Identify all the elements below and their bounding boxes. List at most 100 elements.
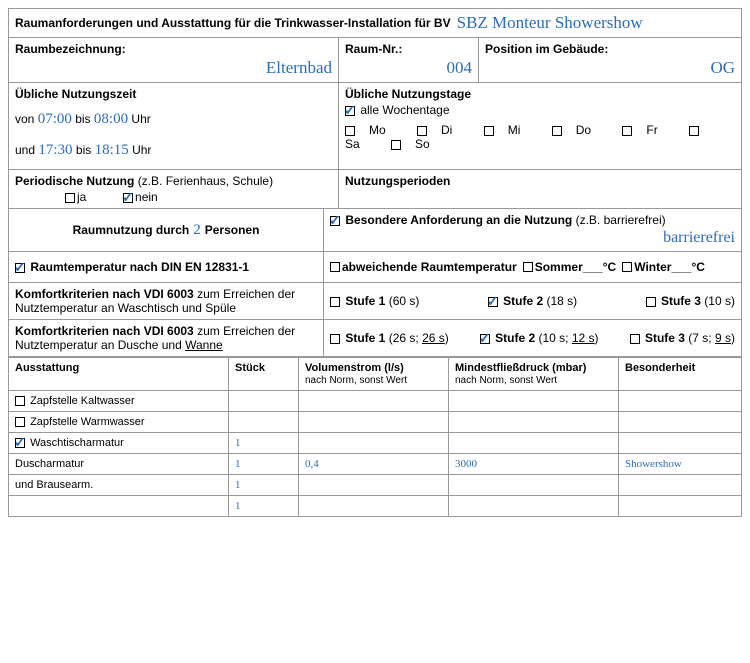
time-line-1: von 07:00 bis 08:00 Uhr [15,111,332,128]
checkbox-do[interactable] [552,126,562,136]
hint-periodisch: (z.B. Ferienhaus, Schule) [138,174,273,188]
checkbox-c1-stufe1[interactable] [330,297,340,307]
equip-vol[interactable] [299,433,449,454]
label-raumnr: Raum-Nr.: [345,42,472,56]
th-stueck: Stück [229,358,299,391]
weekday-checkboxes: Mo Di Mi Do Fr Sa So [345,123,735,151]
label-nutzungstage: Übliche Nutzungstage [345,87,735,101]
equip-stk[interactable]: 1 [229,433,299,454]
label-besondere: Besondere Anforderung an die Nutzung [345,213,572,227]
header-title: Raumanforderungen und Ausstattung für di… [15,16,451,30]
checkbox-di[interactable] [417,126,427,136]
comfort2-row: Komfortkriterien nach VDI 6003 zum Errei… [9,320,741,356]
time-from2[interactable]: 17:30 [38,142,72,158]
checkbox-mi[interactable] [484,126,494,136]
equip-druck[interactable] [449,496,619,517]
time-to1[interactable]: 08:00 [94,111,128,127]
periodic-row: Periodische Nutzung (z.B. Ferienhaus, Sc… [9,170,741,209]
time-line-2: und 17:30 bis 18:15 Uhr [15,142,332,159]
temp-row: Raumtemperatur nach DIN EN 12831-1 abwei… [9,252,741,283]
equip-druck[interactable] [449,391,619,412]
table-row: und Brausearm.1 [9,475,742,496]
checkbox-nein[interactable] [123,193,133,203]
equip-stk[interactable] [229,391,299,412]
checkbox-din-temp[interactable] [15,263,25,273]
bv-name[interactable]: SBZ Monteur Showershow [457,13,643,33]
checkbox-equip[interactable] [15,438,25,448]
label-nutzungszeit: Übliche Nutzungszeit [15,87,332,101]
equip-name: Waschtischarmatur [9,433,229,454]
equip-bes[interactable] [619,496,742,517]
equip-stk[interactable]: 1 [229,496,299,517]
equip-vol[interactable] [299,475,449,496]
checkbox-besondere[interactable] [330,216,340,226]
equip-name: Duscharmatur [9,454,229,475]
header-row: Raumanforderungen und Ausstattung für di… [9,9,741,38]
checkbox-ja[interactable] [65,193,75,203]
equip-stk[interactable]: 1 [229,454,299,475]
equip-vol[interactable]: 0,4 [299,454,449,475]
checkbox-c2-stufe3[interactable] [630,334,640,344]
checkbox-winter[interactable] [622,262,632,272]
checkbox-c1-stufe2[interactable] [488,297,498,307]
th-volumenstrom: Volumenstrom (l/s)nach Norm, sonst Wert [299,358,449,391]
table-row: Waschtischarmatur1 [9,433,742,454]
label-din-temp: Raumtemperatur nach DIN EN 12831-1 [30,260,249,274]
checkbox-equip[interactable] [15,396,25,406]
th-ausstattung: Ausstattung [9,358,229,391]
equip-stk[interactable] [229,412,299,433]
checkbox-equip[interactable] [15,417,25,427]
equip-name: Zapfstelle Kaltwasser [9,391,229,412]
equip-bes[interactable] [619,475,742,496]
table-row: 1 [9,496,742,517]
time-to2[interactable]: 18:15 [95,142,129,158]
table-row: Duscharmatur10,43000Showershow [9,454,742,475]
equip-bes[interactable] [619,433,742,454]
checkbox-sommer[interactable] [523,262,533,272]
equip-bes[interactable] [619,391,742,412]
label-nutzungsperioden: Nutzungsperioden [345,174,735,188]
equip-vol[interactable] [299,412,449,433]
equipment-table: Ausstattung Stück Volumenstrom (l/s)nach… [8,357,742,517]
room-id-row: Raumbezeichnung: Elternbad Raum-Nr.: 004… [9,38,741,83]
checkbox-c2-stufe1[interactable] [330,334,340,344]
checkbox-c1-stufe3[interactable] [646,297,656,307]
usage-row: Übliche Nutzungszeit von 07:00 bis 08:00… [9,83,741,170]
time-from1[interactable]: 07:00 [38,111,72,127]
persons-count[interactable]: 2 [193,222,201,239]
equip-druck[interactable] [449,433,619,454]
besondere-value[interactable]: barrierefrei [663,229,735,247]
form-container: Raumanforderungen und Ausstattung für di… [8,8,742,357]
checkbox-c2-stufe2[interactable] [480,334,490,344]
equip-stk[interactable]: 1 [229,475,299,496]
label-periodisch: Periodische Nutzung [15,174,134,188]
table-row: Zapfstelle Kaltwasser [9,391,742,412]
label-alle-wochentage: alle Wochentage [360,103,449,117]
equip-bes[interactable]: Showershow [619,454,742,475]
checkbox-fr[interactable] [622,126,632,136]
persons-row: Raumnutzung durch 2 Personen Besondere A… [9,209,741,252]
table-row: Zapfstelle Warmwasser [9,412,742,433]
equip-vol[interactable] [299,391,449,412]
equip-druck[interactable]: 3000 [449,454,619,475]
raumbezeichnung-value[interactable]: Elternbad [266,58,332,78]
label-raumbezeichnung: Raumbezeichnung: [15,42,332,56]
checkbox-abw-temp[interactable] [330,262,340,272]
equip-bes[interactable] [619,412,742,433]
equip-name: und Brausearm. [9,475,229,496]
checkbox-sa[interactable] [689,126,699,136]
checkbox-mo[interactable] [345,126,355,136]
equip-druck[interactable] [449,412,619,433]
comfort1-row: Komfortkriterien nach VDI 6003 zum Errei… [9,283,741,320]
equip-druck[interactable] [449,475,619,496]
th-besonderheit: Besonderheit [619,358,742,391]
hint-besondere: (z.B. barrierefrei) [576,213,666,227]
raumnr-value[interactable]: 004 [447,58,473,78]
equip-name [9,496,229,517]
th-druck: Mindestfließdruck (mbar)nach Norm, sonst… [449,358,619,391]
equip-vol[interactable] [299,496,449,517]
position-value[interactable]: OG [710,58,735,78]
equip-name: Zapfstelle Warmwasser [9,412,229,433]
checkbox-so[interactable] [391,140,401,150]
checkbox-alle-wochentage[interactable] [345,106,355,116]
